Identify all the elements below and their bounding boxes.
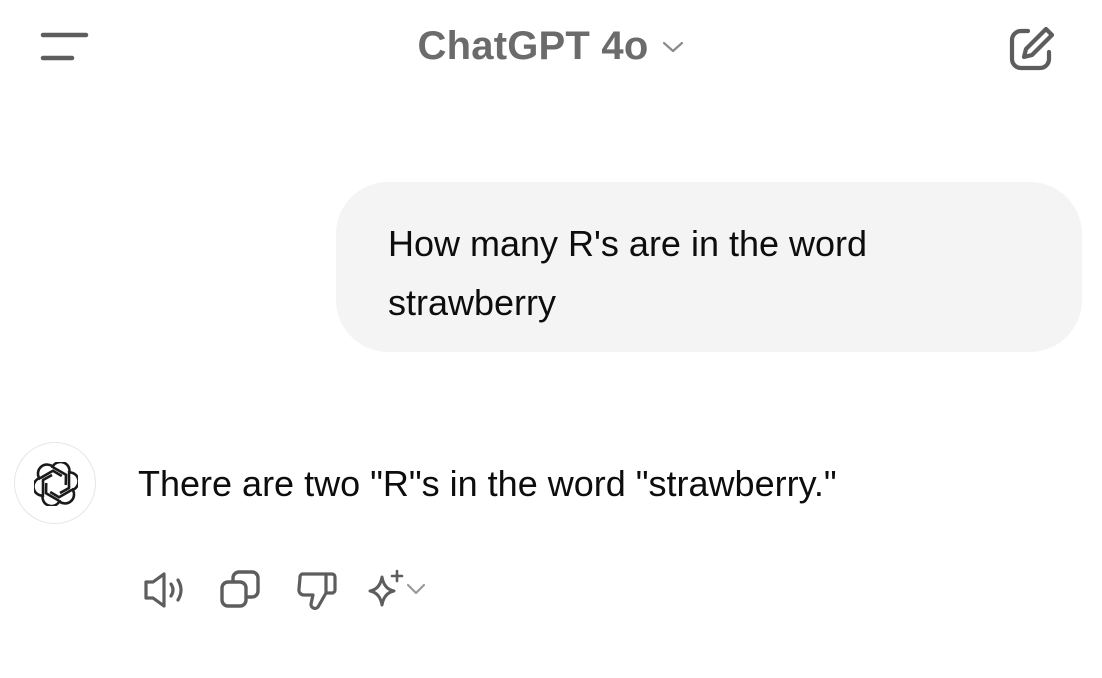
user-message-bubble: How many R's are in the word strawberry	[336, 182, 1082, 352]
chevron-down-icon	[662, 40, 684, 59]
assistant-message-text: There are two "R"s in the word "strawber…	[138, 463, 837, 504]
read-aloud-button[interactable]	[140, 565, 190, 615]
speaker-icon	[140, 565, 190, 615]
user-message-text: How many R's are in the word strawberry	[388, 223, 868, 323]
model-title: ChatGPT 4o	[417, 23, 649, 68]
copy-icon	[216, 565, 266, 615]
model-selector[interactable]: ChatGPT 4o	[0, 18, 1102, 74]
chevron-down-icon	[406, 582, 426, 596]
chat-screen: ChatGPT 4o How many R's are in the word …	[0, 0, 1102, 678]
top-bar: ChatGPT 4o	[0, 0, 1102, 92]
thumbs-down-icon	[292, 565, 342, 615]
copy-button[interactable]	[216, 565, 266, 615]
sparkle-icon	[364, 565, 408, 615]
new-chat-button[interactable]	[1000, 20, 1060, 76]
thumbs-down-button[interactable]	[292, 565, 342, 615]
assistant-avatar	[14, 442, 96, 524]
